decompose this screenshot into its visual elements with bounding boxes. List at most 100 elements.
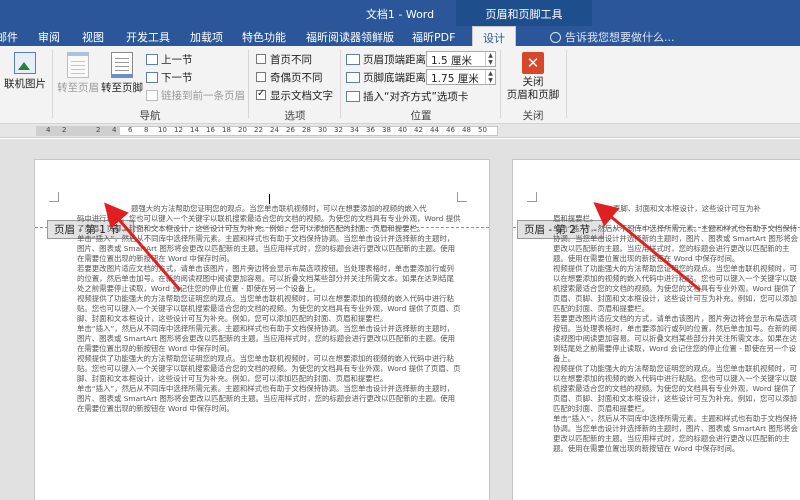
group-separator <box>52 50 53 118</box>
tab-developer[interactable]: 开发工具 <box>126 29 170 45</box>
nav-group-label: 导航 <box>139 110 161 122</box>
paragraph: 视频提供了功能强大的方法帮助您证明您的观点。当您单击联机视频时，可以在想要添加的… <box>77 354 461 383</box>
close-header-footer-button[interactable]: ✕ 关闭 页眉和页脚 <box>505 52 561 102</box>
next-section-button[interactable]: 下一节 <box>146 70 193 85</box>
ruler-number: 30 <box>318 126 327 134</box>
options-group-label: 选项 <box>284 110 306 122</box>
page-1-body[interactable]: 码中进行粘贴。您也可以键入一个关键字以联机搜索最适合您的文档的视频。为使您的文档… <box>77 214 461 414</box>
diff-odd-even-checkbox[interactable]: 奇偶页不同 <box>256 70 323 85</box>
header-top-distance: 页眉顶端距离: <box>346 52 430 67</box>
ruler-number: 4 <box>46 126 51 134</box>
diff-odd-even-box <box>256 72 266 82</box>
ruler-number: 20 <box>238 126 247 134</box>
next-section-label: 下一节 <box>161 72 193 84</box>
close-icon: ✕ <box>522 52 544 74</box>
lightbulb-icon <box>550 32 561 43</box>
page-1[interactable]: 页眉 - 第 1 节 - 题强大的方法帮助您证明您的观点。当您单击联机视频时，可… <box>34 159 490 500</box>
close-group-label: 关闭 <box>522 110 544 122</box>
tell-me-box[interactable]: 告诉我您想要做什么... <box>550 29 675 45</box>
goto-footer-icon <box>111 52 133 78</box>
goto-header-label: 转至页眉 <box>57 82 99 94</box>
paragraph: 若要更改图片适应文档的方式，请单击该图片，图片旁边将会显示布局选项按钮。当处理表… <box>77 264 454 293</box>
goto-header-button[interactable]: 转至页眉 <box>56 52 100 95</box>
tell-me-text: 告诉我您想要做什么... <box>565 31 675 44</box>
ruler-number: 18 <box>222 126 231 134</box>
paragraph: 单击“插入”，然后从不同库中选择所需元素。主题和样式也有助于文档保持协调。当您单… <box>553 414 798 453</box>
header-top-spinner[interactable]: 1.5 厘米 ▲ ▼ <box>426 51 496 67</box>
paragraph: 单击“插入”，然后从不同库中选择所需元素。主题和样式也有助于文档保持协调。当您单… <box>77 384 456 413</box>
crop-mark <box>49 192 59 202</box>
footer-bottom-label: 页脚底端距离: <box>363 72 430 84</box>
diff-first-page-box <box>256 54 266 64</box>
header-top-value: 1.5 厘米 <box>431 55 473 67</box>
paragraph: 眉和提要栏。 <box>553 214 598 223</box>
crop-mark <box>527 192 537 202</box>
ruler-number: 38 <box>382 126 391 134</box>
prev-section-icon <box>146 54 158 65</box>
tab-review[interactable]: 审阅 <box>38 29 60 45</box>
paragraph: 单击“插入”，然后从不同库中选择所需元素。主题和样式也有助于文档保持协调。当您单… <box>77 324 456 353</box>
diff-odd-even-label: 奇偶页不同 <box>270 72 323 84</box>
ruler-number: 2 <box>62 126 67 134</box>
prev-section-label: 上一节 <box>161 54 193 66</box>
show-doc-text-checkbox[interactable]: 显示文档文字 <box>256 88 333 103</box>
goto-footer-button[interactable]: 转至页脚 <box>100 52 144 95</box>
group-separator <box>566 50 567 118</box>
tab-foxit-pdf[interactable]: 福昕PDF <box>412 29 455 45</box>
footer-bottom-icon <box>346 72 360 83</box>
horizontal-ruler[interactable]: 4 2 2 4 6 8 10 12 14 16 18 20 22 24 26 2… <box>0 124 800 138</box>
footer-bottom-spinner[interactable]: 1.75 厘米 ▲ ▼ <box>426 69 496 85</box>
group-separator <box>500 50 501 118</box>
ruler-number: 46 <box>446 126 455 134</box>
next-section-icon <box>146 72 158 83</box>
ribbon: 联机图片 转至页眉 转至页脚 上一节 下一节 链接到前一条页眉 导航 首页不同 … <box>0 46 800 124</box>
ruler-number: 36 <box>366 126 375 134</box>
ruler-number: 48 <box>462 126 471 134</box>
ruler-number: 34 <box>350 126 359 134</box>
page-2-body[interactable]: 眉和提要栏。 单击“插入”，然后从不同库中选择所需元素。主题和样式也有助于文档保… <box>553 214 800 454</box>
tab-mailings[interactable]: 邮件 <box>0 29 18 45</box>
paragraph: 若要更改图片适应文档的方式，请单击该图片，图片旁边将会显示布局选项按钮。当处理表… <box>553 314 797 363</box>
ruler-number: 22 <box>254 126 263 134</box>
text-cursor <box>269 194 270 204</box>
close-line1: 关闭 <box>522 76 544 88</box>
ruler-number: 42 <box>414 126 423 134</box>
ruler-number: 16 <box>206 126 215 134</box>
tab-foxit-reader[interactable]: 福昕阅读器领鲜版 <box>306 29 394 45</box>
tab-addins[interactable]: 加载项 <box>190 29 223 45</box>
insert-align-tab-label: 插入“对齐方式”选项卡 <box>363 91 469 103</box>
tab-view[interactable]: 视图 <box>82 29 104 45</box>
footer-bottom-distance: 页脚底端距离: <box>346 70 430 85</box>
show-doc-text-label: 显示文档文字 <box>270 90 333 102</box>
link-to-previous-button[interactable]: 链接到前一条页眉 <box>146 88 245 103</box>
goto-footer-label: 转至页脚 <box>101 82 143 94</box>
ruler-number: 40 <box>398 126 407 134</box>
spinner-arrows-icon[interactable]: ▲ ▼ <box>485 70 495 84</box>
close-line2: 页眉和页脚 <box>506 89 560 101</box>
ribbon-tab-row: 邮件 审阅 视图 开发工具 加载项 特色功能 福昕阅读器领鲜版 福昕PDF 设计… <box>0 26 800 46</box>
tab-featured[interactable]: 特色功能 <box>242 29 286 45</box>
ruler-number: 44 <box>430 126 439 134</box>
footer-bottom-value: 1.75 厘米 <box>431 73 479 85</box>
diff-first-page-checkbox[interactable]: 首页不同 <box>256 52 312 67</box>
online-picture-button[interactable]: 联机图片 <box>2 52 48 91</box>
prev-section-button[interactable]: 上一节 <box>146 52 193 67</box>
insert-align-tab-button[interactable]: 插入“对齐方式”选项卡 <box>346 89 468 104</box>
header-top-label: 页眉顶端距离: <box>363 54 430 66</box>
page-2[interactable]: 页眉 - 第 2 节 - 页脚、封面和文本框设计，这些设计可互为补 眉和提要栏。… <box>512 159 800 500</box>
page-2-first-line: 页脚、封面和文本框设计，这些设计可互为补 <box>613 204 761 213</box>
ruler-number: 12 <box>174 126 183 134</box>
align-tab-icon <box>346 91 360 102</box>
ruler-number: 8 <box>144 126 149 134</box>
ruler-number: 4 <box>112 126 117 134</box>
group-separator <box>248 50 249 118</box>
tab-design[interactable]: 设计 <box>472 26 516 46</box>
spinner-arrows-icon[interactable]: ▲ ▼ <box>485 52 495 66</box>
paragraph: 码中进行粘贴。您也可以键入一个关键字以联机搜索最适合您的文档的视频。为使您的文档… <box>77 214 461 233</box>
group-separator <box>340 50 341 118</box>
paragraph: 视频提供了功能强大的方法帮助您证明您的观点。当您单击联机视频时，可以在想要添加的… <box>77 294 461 323</box>
document-workspace[interactable]: 页眉 - 第 1 节 - 题强大的方法帮助您证明您的观点。当您单击联机视频时，可… <box>0 139 800 500</box>
paragraph: 视频提供了功能强大的方法帮助您证明您的观点。当您单击联机视频时，可以在想要添加的… <box>553 364 797 413</box>
position-group-label: 位置 <box>410 110 432 122</box>
ruler-number: 32 <box>334 126 343 134</box>
